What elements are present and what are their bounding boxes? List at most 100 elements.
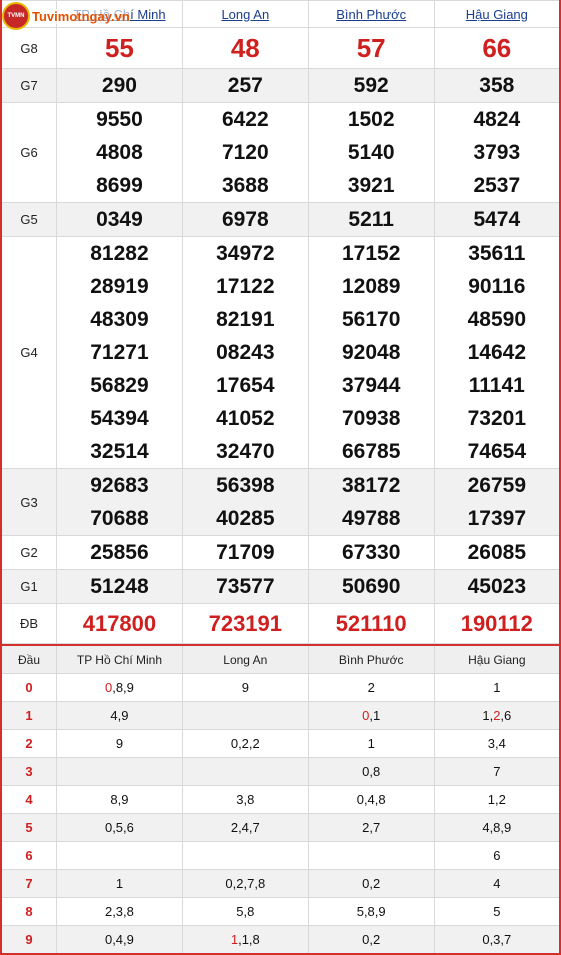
prize-cell: 5211 (307, 202, 435, 237)
prize-cell: 257 (181, 68, 309, 103)
province-header[interactable]: Long An (181, 0, 309, 28)
province-link[interactable]: Bình Phước (336, 7, 406, 22)
loto-cell: 0,8,9 (56, 673, 183, 702)
loto-cell: 1 (307, 729, 435, 758)
loto-row: 66 (0, 841, 561, 870)
prize-number: 3921 (347, 174, 395, 197)
loto-cell (181, 841, 309, 870)
prize-cell: 6978 (181, 202, 309, 237)
loto-province-header: TP Hồ Chí Minh (56, 644, 183, 674)
loto-digits: ,6 (500, 708, 512, 723)
loto-digits: 3,4 (487, 736, 506, 751)
prize-number: 290 (101, 74, 137, 97)
prize-number: 71709 (216, 541, 275, 564)
loto-head-title: Đầu (0, 644, 57, 674)
prize-number: 48590 (467, 308, 527, 331)
loto-head-digit: 1 (0, 701, 57, 730)
prize-cell: 26085 (433, 535, 561, 570)
prize-number: 71271 (90, 341, 149, 364)
prize-cell: 81282 28919 48309 71271 56829 54394 32514 (56, 236, 183, 469)
prize-cell: 25856 (56, 535, 183, 570)
loto-digits: 1, (482, 708, 494, 723)
prize-number: 9550 (96, 108, 143, 131)
loto-cell: 0,8 (307, 757, 435, 786)
prize-label: G7 (0, 68, 57, 103)
prize-row: ĐB 417800 723191 521110 190112 (0, 603, 561, 644)
prize-cell: 48 (181, 27, 309, 69)
prize-number: 49788 (341, 507, 401, 530)
province-header[interactable]: Bình Phước (307, 0, 435, 28)
loto-digits: 7 (493, 764, 501, 779)
loto-province-header: Hậu Giang (433, 644, 561, 674)
province-header[interactable]: Hậu Giang (433, 0, 561, 28)
prize-cell: 51248 (56, 569, 183, 604)
loto-cell: 4,9 (56, 701, 183, 730)
loto-cell: 7 (433, 757, 561, 786)
province-link[interactable]: Long An (221, 7, 269, 22)
prize-cell: 45023 (433, 569, 561, 604)
loto-digits: 0,2 (362, 932, 381, 947)
province-link[interactable]: Hậu Giang (466, 7, 528, 22)
loto-cell: 2,7 (307, 813, 435, 842)
prize-number: 8699 (96, 174, 143, 197)
loto-cell (307, 841, 435, 870)
prize-label: G4 (0, 236, 57, 469)
loto-digits: 4,8,9 (482, 820, 512, 835)
prize-number: 3688 (221, 174, 269, 197)
loto-cell: 1 (56, 869, 183, 898)
prize-number: 56170 (341, 308, 401, 331)
loto-cell: 5,8 (181, 897, 309, 926)
loto-cell: 4,8,9 (433, 813, 561, 842)
loto-province-header: Bình Phước (307, 644, 435, 674)
loto-head-digit: 4 (0, 785, 57, 814)
prize-cell: 66 (433, 27, 561, 69)
prize-label: G6 (0, 102, 57, 203)
province-link[interactable]: TP Hồ Chí Minh (73, 7, 165, 22)
prize-number: 25856 (90, 541, 149, 564)
loto-cell: 3,8 (181, 785, 309, 814)
prize-number: 66 (482, 33, 512, 63)
prize-number: 66785 (341, 440, 401, 463)
loto-digits: 0,5,6 (104, 820, 134, 835)
prize-number: 17397 (467, 507, 527, 530)
loto-digits: 2,7 (362, 820, 381, 835)
loto-row: 9 0,4,9 1,1,8 0,2 0,3,7 (0, 925, 561, 955)
prize-number: 34972 (216, 242, 275, 265)
loto-digits: 0,4,9 (104, 932, 134, 947)
loto-cell: 0,2,2 (181, 729, 309, 758)
results-page: TVMN Tuvimotngay.vn TP Hồ Chí Minh Long … (0, 0, 561, 955)
prize-cell: 521110 (307, 603, 435, 644)
loto-cell: 2,3,8 (56, 897, 183, 926)
prize-number: 48 (230, 33, 260, 63)
prize-number: 74654 (467, 440, 527, 463)
loto-head-digit: 8 (0, 897, 57, 926)
prize-number: 4808 (96, 141, 143, 164)
prize-number: 41052 (216, 407, 275, 430)
loto-cell: 0,2 (307, 869, 435, 898)
loto-cell (181, 701, 309, 730)
prize-number: 35611 (468, 242, 526, 265)
loto-digits: 4 (493, 876, 501, 891)
loto-cell: 0,1 (307, 701, 435, 730)
loto-cell: 0,5,6 (56, 813, 183, 842)
results-header-row: TP Hồ Chí Minh Long An Bình Phước Hậu Gi… (0, 0, 561, 28)
province-header[interactable]: TP Hồ Chí Minh (56, 0, 183, 28)
loto-digits: 9 (115, 736, 124, 751)
loto-cell (181, 757, 309, 786)
loto-row: 3 0,8 7 (0, 757, 561, 786)
prize-cell: 55 (56, 27, 183, 69)
header-corner (0, 0, 57, 28)
loto-cell: 0,3,7 (433, 925, 561, 955)
prize-number: 51248 (90, 575, 149, 598)
loto-digits: 2 (367, 680, 375, 695)
loto-cell: 0,4,8 (307, 785, 435, 814)
loto-row: 2 9 0,2,2 1 3,4 (0, 729, 561, 758)
loto-row: 8 2,3,8 5,8 5,8,9 5 (0, 897, 561, 926)
prize-number: 73577 (216, 575, 275, 598)
prize-number: 5211 (348, 208, 394, 231)
prize-cell: 73577 (181, 569, 309, 604)
loto-cell: 0,4,9 (56, 925, 183, 955)
prize-row: G8 55 48 57 66 (0, 27, 561, 69)
loto-digits: 3,8 (236, 792, 255, 807)
loto-head-digit: 2 (0, 729, 57, 758)
